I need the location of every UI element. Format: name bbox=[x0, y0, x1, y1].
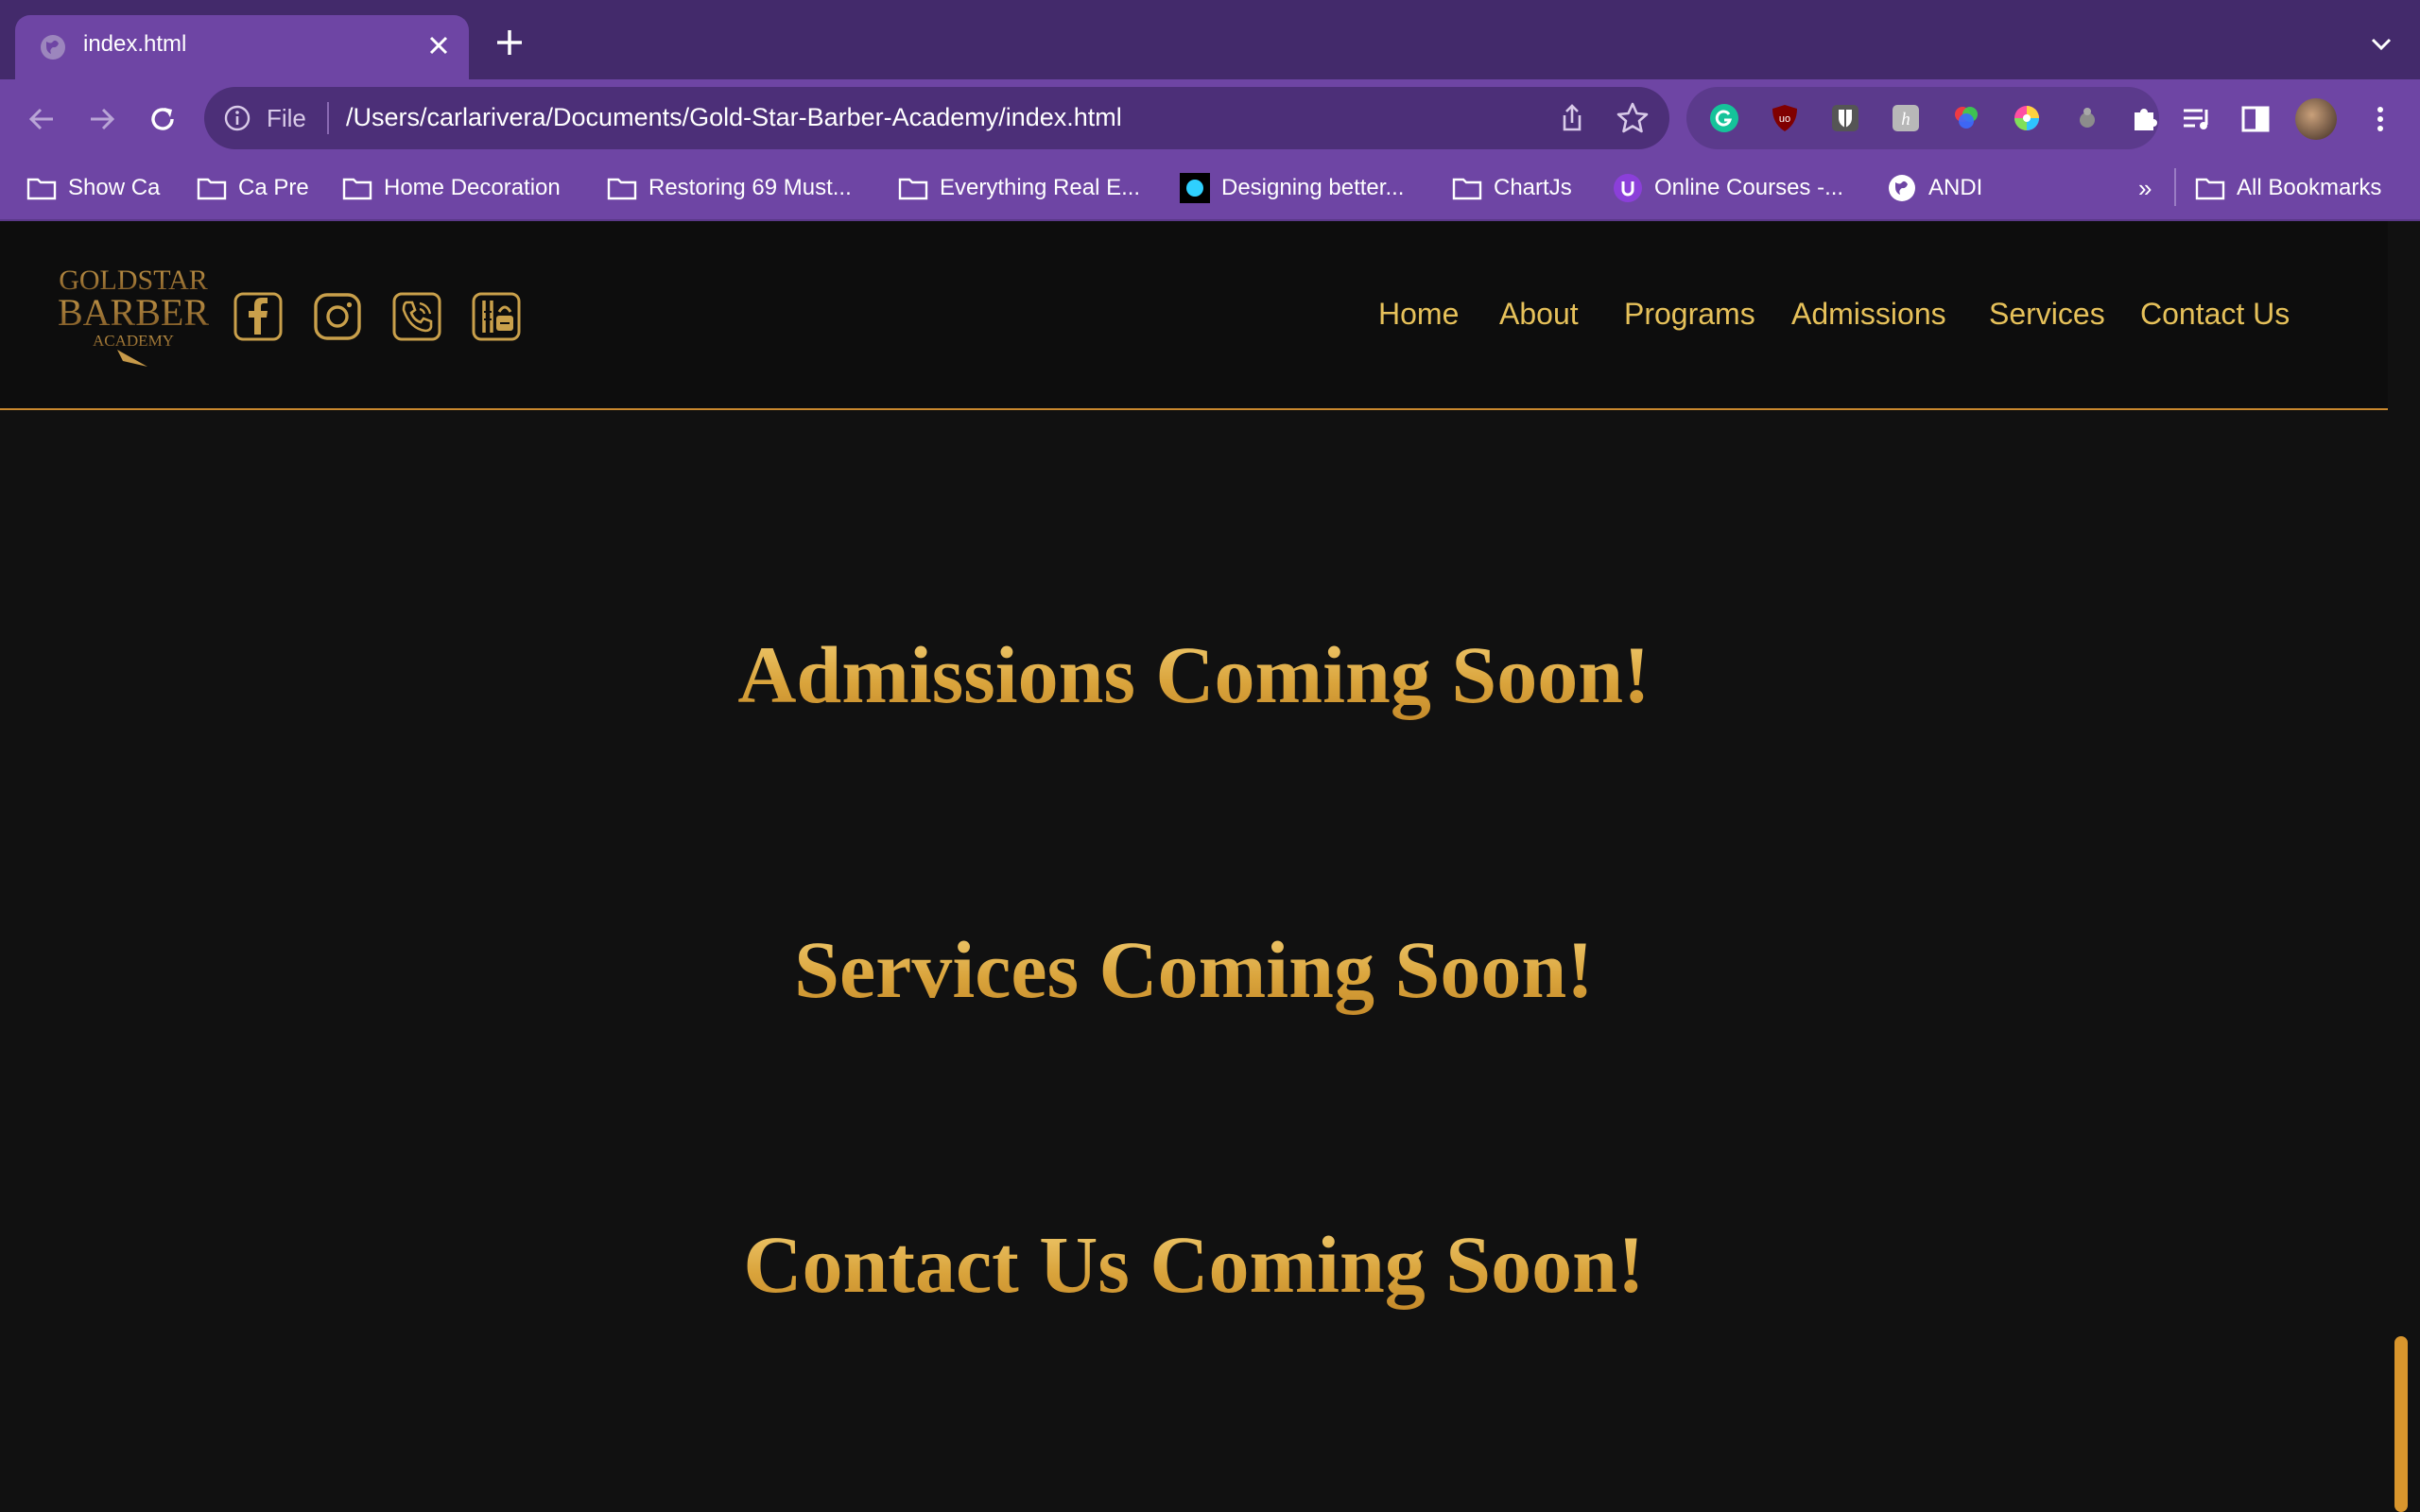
nav-contact-us[interactable]: Contact Us bbox=[2140, 297, 2290, 332]
extension-h-icon[interactable]: h bbox=[1891, 103, 1921, 133]
browser-toolbar: File /Users/carlarivera/Documents/Gold-S… bbox=[0, 79, 2420, 157]
contact-us-coming-soon-heading: Contact Us Coming Soon! bbox=[0, 1217, 2388, 1312]
site-header: GOLDSTAR BARBER ACADEMY Home About Progr… bbox=[0, 221, 2388, 410]
bookmark-label: Show Ca bbox=[68, 175, 161, 200]
back-arrow-icon bbox=[28, 108, 53, 130]
grammarly-icon[interactable] bbox=[1709, 103, 1739, 133]
color-picker-icon[interactable] bbox=[1951, 103, 1981, 133]
bookmarks-bar: Show Ca Ca Pre Home Decoration Restoring… bbox=[0, 157, 2420, 221]
folder-icon bbox=[2195, 178, 2225, 200]
forward-arrow-icon bbox=[91, 108, 115, 130]
address-separator bbox=[327, 102, 329, 134]
star-icon[interactable] bbox=[1615, 100, 1651, 136]
bookmark-item[interactable]: Show Ca bbox=[26, 173, 160, 203]
bookmark-divider bbox=[2174, 168, 2176, 206]
folder-icon bbox=[898, 178, 928, 200]
bitwarden-icon[interactable] bbox=[1830, 103, 1860, 133]
bookmark-label: Designing better... bbox=[1221, 175, 1405, 200]
new-tab-button[interactable] bbox=[492, 26, 527, 62]
folder-icon bbox=[26, 178, 57, 200]
logo-line-2: BARBER bbox=[58, 291, 209, 334]
bookmark-label: Online Courses -... bbox=[1654, 175, 1844, 200]
bookmark-label: ChartJs bbox=[1494, 175, 1572, 200]
avatar[interactable] bbox=[2295, 98, 2337, 140]
globe-icon bbox=[1889, 175, 1915, 201]
bookmark-item[interactable]: ChartJs bbox=[1452, 173, 1572, 203]
svg-text:uo: uo bbox=[1779, 113, 1790, 125]
gold-star-logo[interactable]: GOLDSTAR BARBER ACADEMY bbox=[53, 255, 214, 378]
bookmark-label: Ca Pre bbox=[238, 175, 309, 200]
folder-icon bbox=[607, 178, 637, 200]
nav-programs[interactable]: Programs bbox=[1624, 297, 1755, 332]
svg-text:h: h bbox=[1901, 110, 1910, 129]
all-bookmarks-button[interactable]: All Bookmarks bbox=[2195, 173, 2381, 203]
bookmark-item[interactable]: Ca Pre bbox=[197, 173, 309, 203]
kebab-icon[interactable] bbox=[2363, 102, 2397, 136]
extensions-area: uo h bbox=[1686, 87, 2159, 149]
site-favicon-icon bbox=[1180, 173, 1210, 203]
all-bookmarks-label: All Bookmarks bbox=[2237, 175, 2382, 200]
side-panel-icon[interactable] bbox=[2238, 102, 2273, 136]
bookmark-label: Restoring 69 Must... bbox=[648, 175, 852, 200]
globe-icon bbox=[41, 35, 65, 60]
reading-list-icon[interactable] bbox=[2180, 102, 2214, 136]
bookmark-item[interactable]: Restoring 69 Must... bbox=[607, 173, 852, 203]
plus-icon bbox=[497, 30, 522, 55]
bookmark-item[interactable]: Home Decoration bbox=[342, 173, 561, 203]
folder-icon bbox=[1452, 178, 1482, 200]
extension-gray-icon[interactable] bbox=[2072, 103, 2102, 133]
bookmarks-overflow-button[interactable]: » bbox=[2138, 173, 2152, 203]
bookmark-item[interactable]: Everything Real E... bbox=[898, 173, 1140, 203]
forward-button[interactable] bbox=[83, 100, 121, 138]
overflow-chevron-icon: » bbox=[2138, 173, 2152, 202]
bookmark-label: ANDI bbox=[1928, 175, 1983, 200]
chevron-down-icon[interactable] bbox=[2367, 30, 2395, 59]
browser-tab-strip: index.html bbox=[0, 0, 2420, 79]
bookmark-item[interactable]: Designing better... bbox=[1180, 173, 1404, 203]
share-icon[interactable] bbox=[1556, 102, 1588, 134]
web-page: GOLDSTAR BARBER ACADEMY Home About Progr… bbox=[0, 221, 2420, 1512]
booking-icon[interactable] bbox=[471, 291, 522, 342]
nav-home[interactable]: Home bbox=[1378, 297, 1459, 332]
facebook-icon[interactable] bbox=[233, 291, 284, 342]
bookmark-item[interactable]: ANDI bbox=[1887, 173, 1982, 203]
info-icon[interactable] bbox=[223, 104, 251, 132]
bookmark-label: Home Decoration bbox=[384, 175, 561, 200]
puzzle-icon[interactable] bbox=[2129, 103, 2159, 133]
instagram-icon[interactable] bbox=[312, 291, 363, 342]
nav-admissions[interactable]: Admissions bbox=[1791, 297, 1946, 332]
reload-button[interactable] bbox=[144, 100, 182, 138]
url-scheme-label: File bbox=[267, 104, 306, 132]
nav-services[interactable]: Services bbox=[1989, 297, 2105, 332]
folder-icon bbox=[342, 178, 372, 200]
reload-icon bbox=[151, 108, 174, 130]
nav-about[interactable]: About bbox=[1499, 297, 1579, 332]
url-text[interactable]: /Users/carlarivera/Documents/Gold-Star-B… bbox=[346, 103, 1122, 132]
back-button[interactable] bbox=[23, 100, 60, 138]
phone-icon[interactable] bbox=[391, 291, 442, 342]
logo-line-3: ACADEMY bbox=[93, 332, 174, 350]
tab-title: index.html bbox=[83, 31, 187, 57]
ublock-icon[interactable]: uo bbox=[1770, 103, 1800, 133]
scrollbar-thumb[interactable] bbox=[2394, 1336, 2408, 1512]
bookmark-label: Everything Real E... bbox=[940, 175, 1141, 200]
active-tab[interactable]: index.html bbox=[15, 15, 469, 79]
admissions-coming-soon-heading: Admissions Coming Soon! bbox=[0, 627, 2388, 722]
site-favicon-icon bbox=[1614, 174, 1642, 202]
close-tab-icon[interactable] bbox=[422, 28, 456, 62]
services-coming-soon-heading: Services Coming Soon! bbox=[0, 922, 2388, 1017]
color-wheel-icon[interactable] bbox=[2012, 103, 2042, 133]
bookmark-item[interactable]: Online Courses -... bbox=[1613, 173, 1843, 203]
address-bar[interactable]: File /Users/carlarivera/Documents/Gold-S… bbox=[204, 87, 1669, 149]
folder-icon bbox=[197, 178, 227, 200]
